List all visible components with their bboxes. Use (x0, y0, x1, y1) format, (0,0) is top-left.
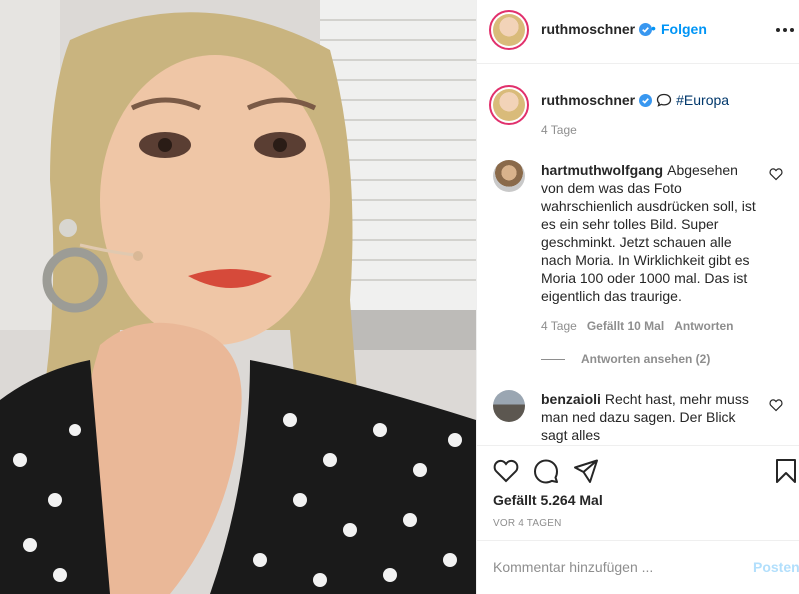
follow-button[interactable]: Folgen (661, 21, 707, 37)
commenter-avatar[interactable] (493, 160, 525, 192)
comment-text: Abgesehen von dem was das Foto wahrschie… (541, 162, 756, 304)
likes-count[interactable]: Gefällt 5.264 Mal (493, 492, 603, 508)
commenter-username[interactable]: benzaioli (541, 391, 601, 407)
author-avatar[interactable] (489, 10, 529, 50)
post-actions: Gefällt 5.264 Mal VOR 4 TAGEN (477, 445, 799, 540)
post-photo[interactable] (0, 0, 476, 594)
reply-button[interactable]: Antworten (674, 319, 733, 333)
like-comment-heart-icon[interactable] (769, 398, 783, 412)
view-replies-button[interactable]: Antworten ansehen (2) (541, 352, 710, 366)
comment-input[interactable] (493, 555, 733, 579)
comments-list[interactable]: ruthmoschner #Europa 4 Tage hartmuthwolfg… (477, 65, 799, 445)
post-date[interactable]: VOR 4 TAGEN (493, 518, 562, 529)
comment-timestamp[interactable]: 4 Tage (541, 319, 577, 333)
caption: ruthmoschner #Europa (541, 92, 729, 108)
comment-meta: 4 Tage Gefällt 10 Mal Antworten (541, 319, 744, 333)
comment-icon[interactable] (533, 458, 559, 484)
view-replies-label: Antworten ansehen (2) (581, 352, 711, 366)
verified-icon (639, 94, 653, 107)
replies-divider (541, 359, 565, 361)
hashtag-link[interactable]: #Europa (676, 92, 729, 108)
commenter-avatar[interactable] (493, 390, 525, 422)
commenter-username[interactable]: hartmuthwolfgang (541, 162, 663, 178)
more-icon[interactable] (775, 20, 795, 40)
post-image (0, 0, 476, 594)
bookmark-icon[interactable] (773, 458, 799, 484)
comment-item: hartmuthwolfgang Abgesehen von dem was da… (541, 161, 761, 305)
caption-timestamp[interactable]: 4 Tage (541, 123, 577, 137)
comment-bubble-icon (656, 93, 672, 107)
post-header: ruthmoschner • Folgen (477, 0, 799, 64)
author-username[interactable]: ruthmoschner (541, 21, 653, 37)
comment-item: benzaioli Recht hast, mehr muss man ned d… (541, 390, 761, 444)
follow-separator: • (651, 20, 656, 36)
like-comment-heart-icon[interactable] (769, 167, 783, 181)
comment-likes[interactable]: Gefällt 10 Mal (587, 319, 664, 333)
caption-author-avatar[interactable] (489, 85, 529, 125)
post-detail-panel: ruthmoschner • Folgen ruthmoschner #Europ… (476, 0, 799, 594)
caption-author-username[interactable]: ruthmoschner (541, 92, 635, 108)
add-comment-bar: Posten (477, 540, 799, 594)
like-heart-icon[interactable] (493, 458, 519, 484)
post-comment-button[interactable]: Posten (753, 559, 799, 575)
share-icon[interactable] (573, 458, 599, 484)
